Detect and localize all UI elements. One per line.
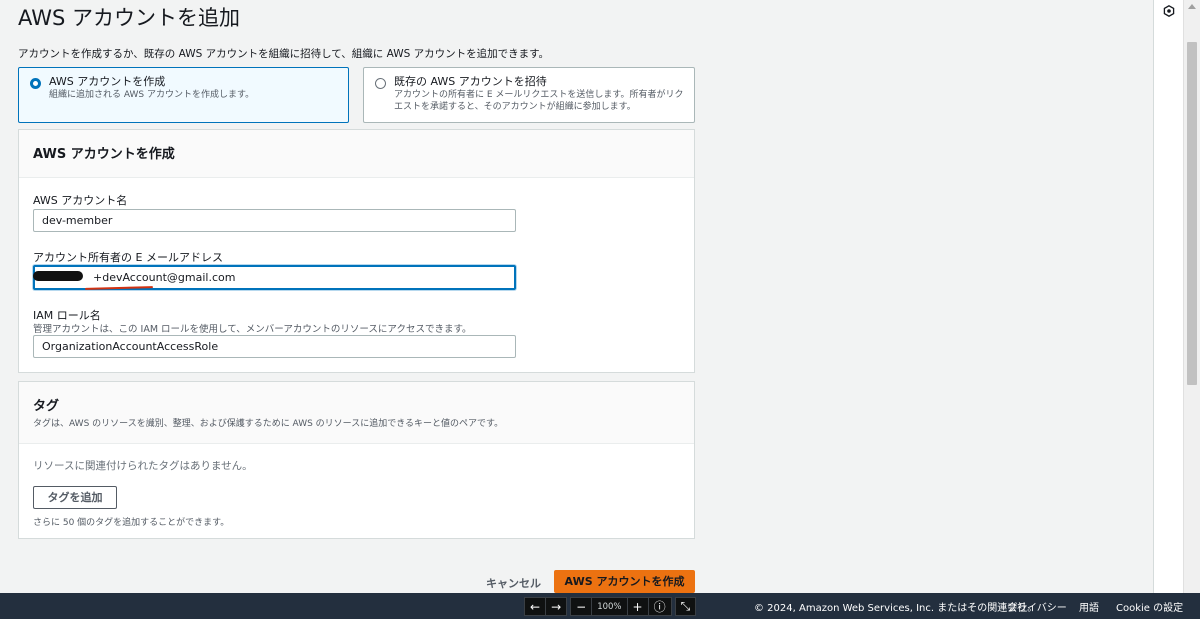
page-title: AWS アカウントを追加 — [18, 6, 240, 30]
create-panel-title: AWS アカウントを作成 — [33, 147, 175, 162]
footer-copyright: © 2024, Amazon Web Services, Inc. またはその関… — [754, 603, 1038, 614]
radio-create-account[interactable] — [30, 78, 41, 89]
tags-empty-text: リソースに関連付けられたタグはありません。 — [33, 460, 253, 472]
cancel-button[interactable]: キャンセル — [486, 575, 541, 591]
option-invite-account[interactable]: 既存の AWS アカウントを招待 アカウントの所有者に E メールリクエストを送… — [363, 67, 695, 123]
main-content: AWS アカウントを追加 アカウントを作成するか、既存の AWS アカウントを組… — [0, 0, 1153, 593]
zoom-out-icon[interactable]: − — [570, 597, 593, 616]
info-icon[interactable]: ⓘ — [647, 597, 672, 616]
option-create-desc: 組織に追加される AWS アカウントを作成します。 — [49, 90, 255, 100]
account-name-input[interactable]: dev-member — [33, 209, 516, 232]
collapse-icon[interactable]: ⤡ — [674, 597, 697, 616]
tags-panel-title: タグ — [33, 399, 60, 414]
footer-terms-link[interactable]: 用語 — [1079, 599, 1099, 614]
iam-role-description: 管理アカウントは、この IAM ロールを使用して、メンバーアカウントのリソースに… — [33, 324, 472, 335]
zoom-in-icon[interactable]: + — [626, 597, 649, 616]
page-description: アカウントを作成するか、既存の AWS アカウントを組織に招待して、組織に AW… — [18, 48, 550, 60]
tags-panel: タグ タグは、AWS のリソースを識別、整理、および保護するために AWS のリ… — [18, 381, 695, 539]
email-input[interactable]: +devAccount@gmail.com — [33, 265, 516, 290]
option-invite-desc: アカウントの所有者に E メールリクエストを送信します。所有者がリクエストを承諾… — [394, 90, 684, 112]
redaction-mark — [33, 271, 83, 281]
email-value: +devAccount@gmail.com — [93, 271, 236, 284]
hexagon-icon[interactable] — [1163, 5, 1175, 17]
create-account-button[interactable]: AWS アカウントを作成 — [554, 570, 695, 593]
forward-arrow-icon[interactable]: → — [545, 597, 568, 616]
zoom-toolbar: ← → − 100% + ⓘ ⤡ — [524, 597, 697, 616]
scroll-up-arrow-icon[interactable] — [1188, 4, 1196, 9]
option-invite-title: 既存の AWS アカウントを招待 — [394, 75, 547, 88]
back-arrow-icon[interactable]: ← — [524, 597, 547, 616]
option-create-account[interactable]: AWS アカウントを作成 組織に追加される AWS アカウントを作成します。 — [18, 67, 349, 123]
create-panel-header: AWS アカウントを作成 — [19, 130, 694, 178]
add-tag-button[interactable]: タグを追加 — [33, 486, 117, 509]
option-create-title: AWS アカウントを作成 — [49, 75, 166, 88]
right-utility-bar — [1153, 0, 1183, 593]
account-name-label: AWS アカウント名 — [33, 194, 128, 207]
create-account-panel: AWS アカウントを作成 AWS アカウント名 dev-member アカウント… — [18, 129, 695, 373]
tags-limit-text: さらに 50 個のタグを追加することができます。 — [33, 518, 230, 528]
radio-invite-account[interactable] — [375, 78, 386, 89]
email-label: アカウント所有者の E メールアドレス — [33, 251, 223, 264]
tags-panel-description: タグは、AWS のリソースを識別、整理、および保護するために AWS のリソース… — [33, 419, 504, 429]
vertical-scrollbar[interactable] — [1183, 0, 1200, 593]
footer-cookie-link[interactable]: Cookie の設定 — [1116, 599, 1183, 614]
tags-panel-header: タグ タグは、AWS のリソースを識別、整理、および保護するために AWS のリ… — [19, 382, 694, 444]
iam-role-input[interactable]: OrganizationAccountAccessRole — [33, 335, 516, 358]
zoom-level: 100% — [591, 597, 628, 616]
scroll-thumb[interactable] — [1187, 42, 1197, 385]
footer-privacy-link[interactable]: プライバシー — [1007, 599, 1067, 614]
